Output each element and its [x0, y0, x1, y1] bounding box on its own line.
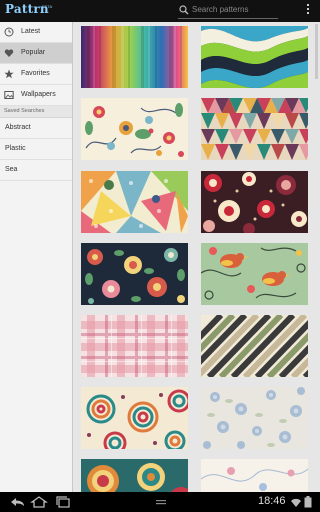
sidebar-item-label: Favorites: [21, 70, 50, 77]
heart-icon: [4, 49, 14, 57]
pattern-tile-rainbow-stripes[interactable]: [81, 26, 188, 88]
saved-search-sea[interactable]: Sea: [0, 160, 72, 181]
action-bar: Pattrn BETA Search patterns: [0, 0, 320, 22]
sidebar-item-label: Wallpapers: [21, 91, 56, 98]
pattern-tile-birds-green[interactable]: [201, 243, 308, 305]
home-icon[interactable]: [30, 496, 48, 508]
back-icon[interactable]: [8, 496, 26, 508]
pattern-tile-paisley-swirls[interactable]: [81, 387, 188, 449]
clock-icon: [4, 27, 14, 37]
recent-apps-icon[interactable]: [54, 496, 72, 508]
search-box[interactable]: Search patterns: [172, 2, 278, 19]
status-clock: 18:46: [258, 495, 286, 507]
pattern-tile-floral-dark-navy[interactable]: [81, 243, 188, 305]
sidebar-item-wallpapers[interactable]: Wallpapers: [0, 85, 72, 106]
pattern-tile-triangles[interactable]: [201, 98, 308, 160]
scrollbar[interactable]: [313, 22, 320, 492]
saved-search-abstract[interactable]: Abstract: [0, 118, 72, 139]
pattern-tile-patchwork-triangles[interactable]: [81, 171, 188, 233]
sidebar-item-label: Popular: [21, 49, 46, 56]
pattern-tile-pink-plaid[interactable]: [81, 315, 188, 377]
wifi-icon: [291, 498, 301, 507]
sidebar: Latest Popular Favorites Wallpapers Save…: [0, 22, 73, 492]
battery-icon: [304, 496, 312, 508]
beta-badge: BETA: [42, 4, 53, 9]
overflow-menu-icon[interactable]: [306, 4, 310, 18]
pattern-grid: [73, 22, 313, 492]
scrollbar-thumb[interactable]: [315, 24, 318, 79]
system-navigation-bar: 18:46: [0, 492, 320, 512]
search-underline: [178, 18, 278, 19]
pattern-tile-wavy-bands[interactable]: [201, 26, 308, 88]
menu-icon[interactable]: [152, 496, 170, 508]
pattern-tile-red-flowers-dark[interactable]: [201, 171, 308, 233]
sidebar-item-latest[interactable]: Latest: [0, 22, 72, 43]
sidebar-item-favorites[interactable]: Favorites: [0, 64, 72, 85]
pattern-tile-floral-birds-cream[interactable]: [81, 98, 188, 160]
search-input[interactable]: Search patterns: [192, 5, 248, 14]
pattern-tile-blue-flowers-light[interactable]: [201, 387, 308, 449]
saved-search-plastic[interactable]: Plastic: [0, 139, 72, 160]
pattern-tile-floral-pale[interactable]: [201, 459, 308, 492]
search-icon: [179, 5, 189, 15]
star-icon: [4, 69, 14, 79]
sidebar-item-popular[interactable]: Popular: [0, 43, 72, 64]
sidebar-item-label: Latest: [21, 28, 41, 35]
image-icon: [4, 91, 14, 99]
pattern-tile-teal-orange-medallions[interactable]: [81, 459, 188, 492]
saved-searches-header: Saved Searches: [0, 106, 72, 118]
pattern-tile-diagonal-stripes[interactable]: [201, 315, 308, 377]
